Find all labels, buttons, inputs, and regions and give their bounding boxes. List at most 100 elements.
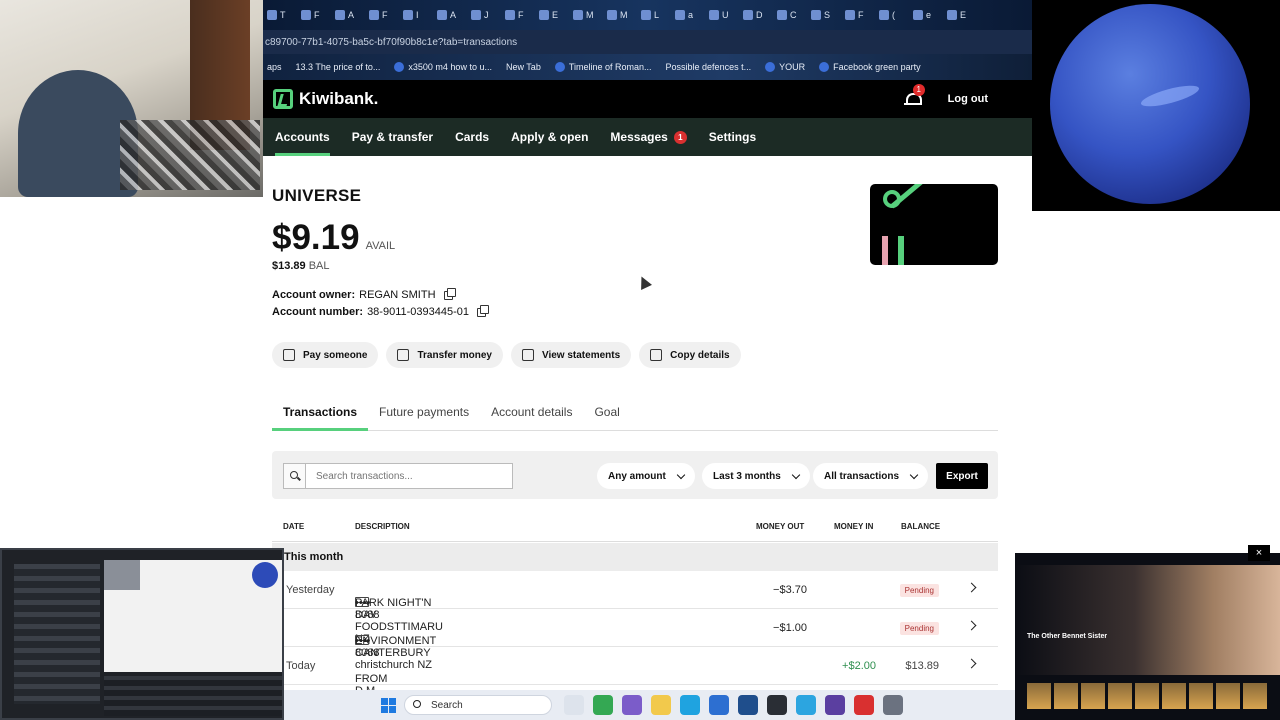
search-icon[interactable] — [284, 464, 306, 488]
chevron-right-icon[interactable] — [966, 582, 977, 593]
nav-settings[interactable]: Settings — [709, 118, 756, 156]
obs-preview — [104, 560, 282, 672]
nav-apply-open[interactable]: Apply & open — [511, 118, 588, 156]
bookmark[interactable]: YOUR — [765, 62, 805, 72]
obs-icon[interactable] — [767, 695, 787, 715]
amount-dropdown[interactable]: Any amount — [597, 463, 695, 489]
browser-tab[interactable]: C — [777, 10, 809, 20]
bookmark-label: YOUR — [779, 62, 806, 72]
view-statements-button[interactable]: View statements — [510, 342, 632, 368]
table-row[interactable]: Yesterday PARK NIGHT'N DAY FOODSTTIMARU … — [272, 571, 998, 645]
browser-tab[interactable]: E — [947, 10, 979, 20]
main-nav: Accounts Pay & transfer Cards Apply & op… — [263, 118, 1032, 156]
table-row[interactable]: ENVIRONMENT CANTERBURY christchurch NZ ••… — [272, 609, 998, 671]
bookmark[interactable]: New Tab — [506, 62, 541, 72]
copy-icon[interactable] — [443, 287, 456, 300]
planet-overlay — [1032, 0, 1280, 211]
close-icon[interactable]: × — [1248, 545, 1270, 561]
file-explorer-icon[interactable] — [564, 695, 584, 715]
webcam-overlay — [0, 0, 263, 197]
account-name: UNIVERSE — [272, 186, 362, 205]
bookmark[interactable]: Timeline of Roman... — [554, 62, 652, 72]
logout-button[interactable]: Log out — [948, 93, 988, 105]
nav-label: Cards — [455, 130, 490, 144]
app-icon[interactable] — [854, 695, 874, 715]
chevron-right-icon[interactable] — [966, 658, 977, 669]
nav-accounts[interactable]: Accounts — [275, 118, 330, 156]
browser-tab[interactable]: e — [913, 10, 945, 20]
browser-tab[interactable]: F — [369, 10, 401, 20]
browser-tab[interactable]: F — [301, 10, 333, 20]
tab-transactions[interactable]: Transactions — [271, 394, 369, 431]
tab-account-details[interactable]: Account details — [491, 394, 572, 430]
current-balance: $13.89 BAL — [272, 260, 330, 272]
pay-someone-button[interactable]: Pay someone — [272, 342, 379, 368]
telegram-icon[interactable] — [796, 695, 816, 715]
copy-icon[interactable] — [477, 304, 490, 317]
browser-tab[interactable]: F — [845, 10, 877, 20]
tab-goal[interactable]: Goal — [594, 394, 619, 430]
bookmark[interactable]: Possible defences t... — [666, 62, 752, 72]
edge-icon[interactable] — [680, 695, 700, 715]
browser-tab[interactable]: A — [437, 10, 469, 20]
nav-pay-transfer[interactable]: Pay & transfer — [352, 118, 433, 156]
obs-mixer — [104, 676, 282, 716]
account-actions: Pay someone Transfer money View statemen… — [272, 342, 741, 368]
browser-tab[interactable]: I — [403, 10, 435, 20]
chevron-right-icon[interactable] — [966, 620, 977, 631]
browser-tab[interactable]: A — [335, 10, 367, 20]
browser-tab[interactable]: E — [539, 10, 571, 20]
bookmark[interactable]: x3500 m4 how to u... — [394, 62, 492, 72]
search-input[interactable] — [306, 470, 506, 482]
mouse-cursor-icon — [636, 274, 652, 290]
copy-details-button[interactable]: Copy details — [639, 342, 741, 368]
tab-favicon — [437, 10, 447, 20]
browser-tab[interactable]: J — [471, 10, 503, 20]
browser-tab[interactable]: L — [641, 10, 673, 20]
col-balance: BALANCE — [901, 522, 941, 531]
nav-cards[interactable]: Cards — [455, 118, 489, 156]
export-button[interactable]: Export — [936, 463, 988, 489]
browser-tab[interactable]: U — [709, 10, 741, 20]
app-icon[interactable] — [622, 695, 642, 715]
browser-tab[interactable]: ( — [879, 10, 911, 20]
browser-tab[interactable]: S — [811, 10, 843, 20]
folder-icon[interactable] — [651, 695, 671, 715]
table-row[interactable]: Today FROM D M BURNS +$2.00 $13.89 — [272, 647, 998, 709]
kiwibank-logo[interactable]: Kiwibank. — [273, 89, 378, 109]
windows-start-icon[interactable] — [381, 698, 396, 713]
bookmark[interactable]: Facebook green party — [819, 62, 921, 72]
browser-tab[interactable]: T — [267, 10, 299, 20]
nav-label: Apply & open — [511, 130, 589, 144]
taskbar-search[interactable]: Search — [404, 695, 552, 715]
tab-label: U — [722, 10, 729, 20]
browser-tab[interactable]: D — [743, 10, 775, 20]
browser-tab[interactable]: M — [573, 10, 605, 20]
outlook-icon[interactable] — [709, 695, 729, 715]
tab-label: L — [654, 10, 660, 20]
period-dropdown[interactable]: Last 3 months — [702, 463, 810, 489]
browser-tab[interactable]: a — [675, 10, 707, 20]
chrome-icon[interactable] — [593, 695, 613, 715]
browser-tab[interactable]: M — [607, 10, 639, 20]
transfer-money-button[interactable]: Transfer money — [386, 342, 503, 368]
store-icon[interactable] — [738, 695, 758, 715]
notifications-bell-icon[interactable]: 1 — [903, 84, 925, 107]
tab-label: E — [960, 10, 967, 20]
nav-messages[interactable]: Messages 1 — [610, 118, 687, 156]
url-text[interactable]: c89700-77b1-4075-ba5c-bf70f90b8c1e?tab=t… — [263, 37, 517, 48]
bookmark[interactable]: 13.3 The price of to... — [296, 62, 381, 72]
app-icon[interactable] — [825, 695, 845, 715]
available-amount: $9.19 — [272, 218, 360, 257]
tab-favicon — [471, 10, 481, 20]
obs-overlay — [0, 548, 284, 720]
bookmark[interactable]: aps — [267, 62, 282, 72]
tab-future-payments[interactable]: Future payments — [379, 394, 469, 430]
address-bar[interactable]: c89700-77b1-4075-ba5c-bf70f90b8c1e?tab=t… — [263, 30, 1032, 54]
browser-tab[interactable]: F — [505, 10, 537, 20]
dropdown-label: Any amount — [608, 470, 666, 482]
account-number: Account number: 38-9011-0393445-01 — [272, 304, 490, 318]
settings-gear-icon[interactable] — [883, 695, 903, 715]
col-date: DATE — [283, 522, 305, 531]
type-dropdown[interactable]: All transactions — [813, 463, 929, 489]
